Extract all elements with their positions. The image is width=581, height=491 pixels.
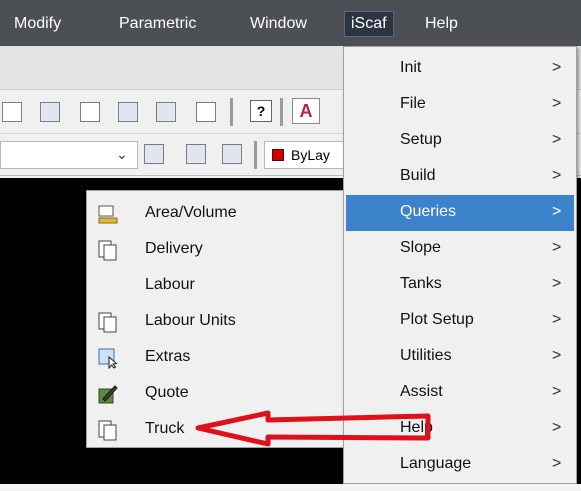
red-arrow-icon (195, 410, 431, 447)
annotation-arrow (195, 410, 431, 447)
